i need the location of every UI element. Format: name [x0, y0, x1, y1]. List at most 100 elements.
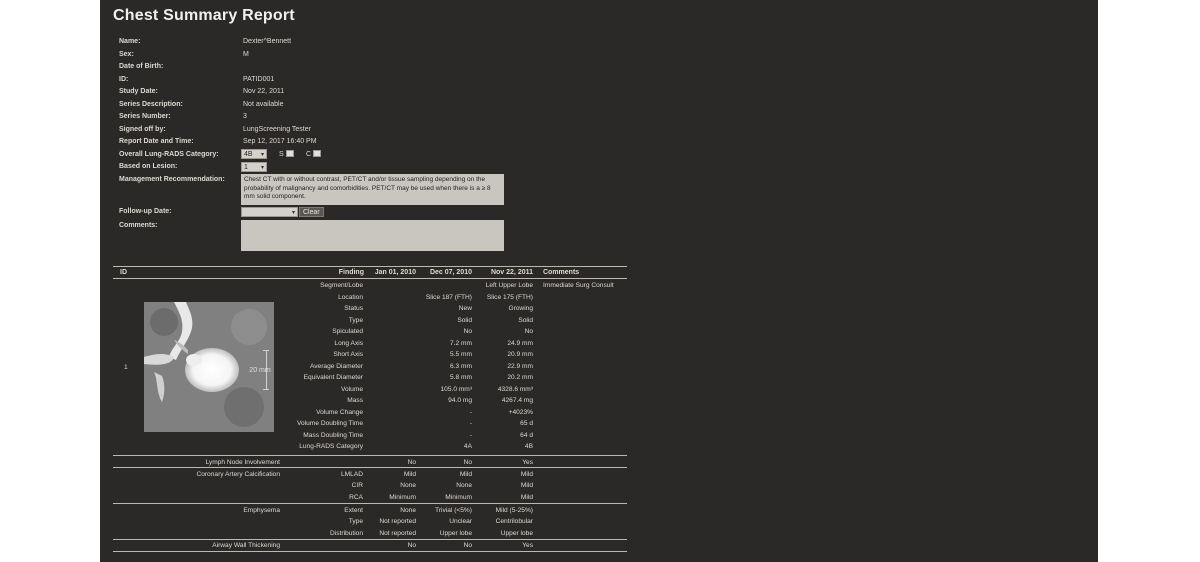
airway-d1: No [407, 542, 416, 549]
coronary-label: Coronary Artery Calcification [196, 470, 280, 478]
comments-header: Comments [543, 269, 580, 276]
comments-textarea[interactable] [241, 220, 504, 251]
followup-date-select[interactable]: ▾ [241, 207, 298, 217]
table-header-rule [113, 278, 627, 279]
coronary-d1: Mild [403, 470, 416, 478]
row-d3: 64 d [520, 431, 533, 439]
row-d3: Left Upper Lobe [485, 282, 533, 289]
row-label: Segment/Lobe [320, 282, 363, 289]
row-label: Average Diameter [309, 362, 363, 370]
rule-lymph [113, 455, 627, 456]
row-label: Equivalent Diameter [303, 374, 363, 381]
table-bottom-rule [113, 551, 627, 552]
emphysema-sub: Type [348, 518, 363, 525]
report-date-value: Sep 12, 2017 16:40 PM [243, 138, 317, 145]
s-label: S [279, 150, 284, 158]
row-d3: No [524, 328, 533, 335]
row-d3: 20.2 mm [507, 374, 533, 381]
page-title: Chest Summary Report [113, 7, 295, 24]
study-date-label: Study Date: [119, 88, 158, 95]
recommendation-textarea[interactable]: Chest CT with or without contrast, PET/C… [241, 174, 504, 205]
row-d3: Growing [508, 305, 533, 312]
row-d3: 4328.6 mm³ [497, 385, 533, 393]
emphysema-d1: None [400, 506, 416, 514]
lesion-select[interactable]: 1 ▾ [241, 162, 267, 172]
lesion-select-value: 1 [244, 164, 248, 171]
row-label: Volume [341, 385, 363, 393]
row-d3: 4267.4 mg [501, 397, 533, 404]
row-d3: 20.9 mm [507, 351, 533, 358]
lesion-label: Based on Lesion: [119, 163, 178, 170]
comments-label: Comments: [119, 222, 158, 229]
clear-button[interactable]: Clear [299, 207, 324, 217]
date-header-1: Jan 01, 2010 [374, 269, 416, 276]
lung-rads-select-value: 4B [244, 151, 253, 158]
row-label: Mass [347, 397, 363, 404]
emphysema-d3: Centrilobular [495, 518, 533, 525]
date-header-2: Dec 07, 2010 [429, 269, 472, 276]
emphysema-d3: Mild (5-25%) [495, 506, 533, 514]
followup-label: Follow-up Date: [119, 208, 172, 215]
airway-d3: Yes [522, 542, 533, 549]
rule-emphysema [113, 503, 627, 504]
coronary-sub: CIR [351, 482, 363, 489]
row-label: Short Axis [333, 351, 363, 358]
series-number-label: Series Number: [119, 113, 171, 120]
chevron-down-icon: ▾ [260, 165, 264, 171]
series-number-value: 3 [243, 113, 247, 120]
emphysema-sub: Distribution [330, 529, 363, 537]
row-d3: 24.9 mm [507, 339, 533, 347]
row-d3: 4B [524, 443, 533, 450]
coronary-d3: Mild [520, 482, 533, 489]
lymph-d3: Yes [522, 459, 533, 466]
date-header-3: Nov 22, 2011 [490, 269, 533, 276]
c-checkbox[interactable] [313, 150, 321, 157]
row-comment: Immediate Surg Consult [543, 282, 614, 289]
emphysema-d3: Upper lobe [500, 529, 533, 537]
coronary-d1: None [400, 482, 416, 489]
row-label: Volume Doubling Time [297, 420, 363, 427]
report-page: Chest Summary Report Name: Sex: Date of … [100, 0, 1098, 562]
row-label: Location [338, 293, 363, 301]
coronary-d3: Mild [520, 493, 533, 501]
id-value: PATID001 [243, 75, 275, 83]
chevron-down-icon: ▾ [291, 210, 295, 216]
signed-off-value: LungScreening Tester [243, 125, 311, 133]
sex-label: Sex: [119, 50, 134, 58]
name-label: Name: [119, 38, 141, 45]
emphysema-d1: Not reported [379, 518, 416, 525]
emphysema-d1: Not reported [379, 529, 416, 537]
row-label: Lung-RADS Category [299, 443, 363, 450]
row-d3: Slice 175 (FTH) [486, 293, 533, 301]
id-header: ID [120, 269, 127, 276]
row-label: Type [348, 316, 363, 324]
finding-header: Finding [338, 269, 364, 276]
row-label: Volume Change [316, 408, 363, 416]
coronary-d3: Mild [520, 470, 533, 478]
coronary-sub: RCA [349, 493, 363, 501]
rule-airway [113, 539, 627, 540]
report-date-label: Report Date and Time: [119, 138, 194, 145]
row-label: Mass Doubling Time [303, 431, 363, 439]
lymph-d1: No [407, 459, 416, 466]
study-date-value: Nov 22, 2011 [243, 88, 285, 95]
s-checkbox[interactable] [286, 150, 294, 157]
coronary-d1: Minimum [389, 493, 416, 501]
row-d3: 22.9 mm [507, 362, 533, 370]
c-label: C [306, 150, 312, 158]
coronary-sub: LMLAD [341, 470, 363, 478]
row-label: Long Axis [334, 339, 363, 347]
rule-coronary [113, 467, 627, 468]
sex-value: M [243, 50, 249, 58]
row-label: Status [344, 305, 363, 312]
row-d3: +4023% [508, 408, 533, 416]
id-label: ID: [119, 75, 129, 83]
lymph-label: Lymph Node Involvement [205, 459, 280, 466]
table-top-rule [113, 266, 627, 267]
recommendation-label: Management Recommendation: [119, 176, 225, 183]
lung-rads-select[interactable]: 4B ▾ [241, 149, 267, 159]
dob-label: Date of Birth: [119, 63, 164, 70]
chevron-down-icon: ▾ [260, 152, 264, 158]
emphysema-sub: Extent [344, 506, 363, 514]
row-d3: 65 d [520, 420, 533, 427]
